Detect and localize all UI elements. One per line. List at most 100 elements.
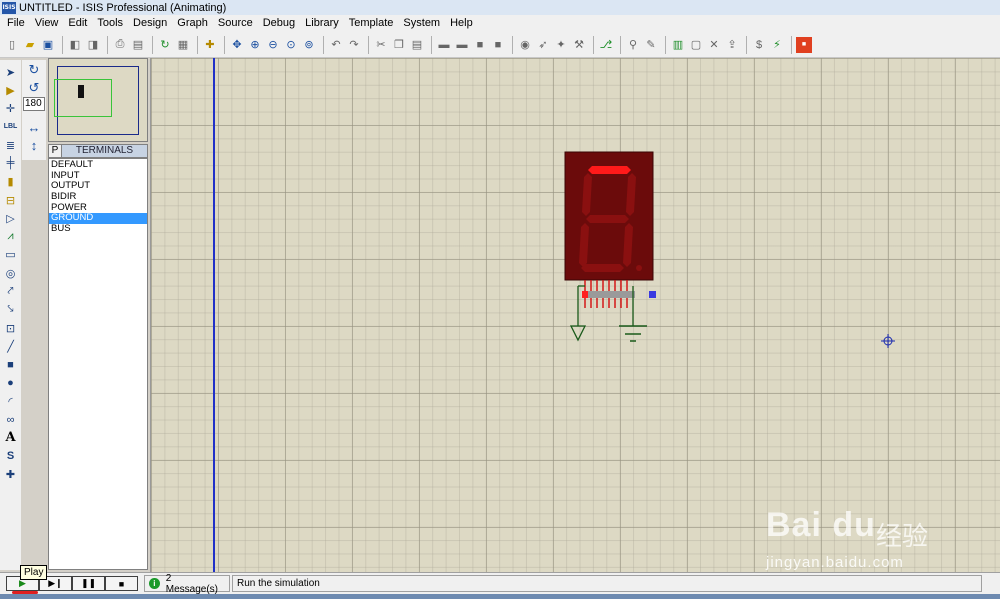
pick-devices-button[interactable]: P xyxy=(48,144,62,158)
graph-mode-icon[interactable]: ⩘ xyxy=(3,229,19,245)
component-mode-icon[interactable]: ▶ xyxy=(3,82,19,98)
zoom-in-icon[interactable]: ⊕ xyxy=(247,37,263,53)
search-tag-icon[interactable]: ⚲ xyxy=(625,37,641,53)
design-explorer-icon[interactable]: ▥ xyxy=(670,37,686,53)
box-icon[interactable]: ■ xyxy=(3,357,19,373)
erc-icon[interactable]: ⚡ xyxy=(769,37,785,53)
menu-template[interactable]: Template xyxy=(344,15,399,32)
block-move-icon[interactable]: ▬ xyxy=(454,37,470,53)
seven-segment-display[interactable] xyxy=(564,151,656,308)
junction-dot-icon[interactable]: ✛ xyxy=(3,101,19,117)
exit-parent-icon[interactable]: ⇪ xyxy=(724,37,740,53)
rotate-anticlockwise-icon[interactable]: ↺ xyxy=(26,80,42,96)
menu-graph[interactable]: Graph xyxy=(172,15,213,32)
wire-label-icon[interactable]: LBL xyxy=(3,119,19,135)
main-toolbar: ▯ ▰ ▣ ◧ ◨ ⎙ ▤ ↻ ▦ ✚ ✥ ⊕ ⊖ ⊙ ⊚ ↶ ↷ ✂ ❐ ▤ … xyxy=(0,32,1000,58)
generator-icon[interactable]: ◎ xyxy=(3,265,19,281)
ares-icon[interactable]: ■ xyxy=(796,36,812,53)
menu-edit[interactable]: Edit xyxy=(63,15,92,32)
rotation-angle-field[interactable]: 180 xyxy=(23,97,45,111)
voltage-probe-icon[interactable]: ⤤ xyxy=(3,284,19,300)
export-icon[interactable]: ◨ xyxy=(85,37,101,53)
pin-state-blue xyxy=(649,291,656,298)
open-file-icon[interactable]: ▰ xyxy=(22,37,38,53)
message-panel[interactable]: i 2 Message(s) xyxy=(144,573,230,595)
bom-icon[interactable]: $ xyxy=(751,37,767,53)
property-tool-icon[interactable]: ✎ xyxy=(643,37,659,53)
arc-icon[interactable]: ◜ xyxy=(3,393,19,409)
undo-icon[interactable]: ↶ xyxy=(328,37,344,53)
new-file-icon[interactable]: ▯ xyxy=(4,37,20,53)
menu-view[interactable]: View xyxy=(30,15,64,32)
bus-icon[interactable]: ╪ xyxy=(3,155,19,171)
segment-a xyxy=(588,166,631,174)
pick-device-icon[interactable]: ◉ xyxy=(517,37,533,53)
terminals-mode-icon[interactable]: ⊟ xyxy=(3,192,19,208)
zoom-out-icon[interactable]: ⊖ xyxy=(265,37,281,53)
line-icon[interactable]: ╱ xyxy=(3,338,19,354)
new-sheet-icon[interactable]: ▢ xyxy=(688,37,704,53)
overview-window[interactable] xyxy=(48,58,148,142)
text-script-icon[interactable]: ≣ xyxy=(3,137,19,153)
block-rotate-icon[interactable]: ■ xyxy=(472,37,488,53)
tape-recorder-icon[interactable]: ▭ xyxy=(3,247,19,263)
decompose-icon[interactable]: ⚒ xyxy=(571,37,587,53)
marker-icon[interactable]: ✚ xyxy=(3,467,19,483)
menu-system[interactable]: System xyxy=(398,15,445,32)
wire-autorouter-icon[interactable]: ⎇ xyxy=(598,37,614,53)
menu-debug[interactable]: Debug xyxy=(258,15,300,32)
menu-source[interactable]: Source xyxy=(213,15,258,32)
rotate-clockwise-icon[interactable]: ↻ xyxy=(26,62,42,78)
toolbar-separator xyxy=(620,35,621,54)
grid-icon[interactable]: ▦ xyxy=(175,37,191,53)
toolbar-separator xyxy=(746,35,747,54)
info-icon: i xyxy=(149,578,160,589)
origin-icon[interactable]: ✚ xyxy=(202,37,218,53)
packaging-tool-icon[interactable]: ✦ xyxy=(553,37,569,53)
current-probe-icon[interactable]: ⤥ xyxy=(3,302,19,318)
cut-icon[interactable]: ✂ xyxy=(373,37,389,53)
ground-terminal-right[interactable] xyxy=(619,325,647,342)
menu-library[interactable]: Library xyxy=(300,15,344,32)
watermark-text: 经验 xyxy=(876,521,929,551)
toolbar-separator xyxy=(431,35,432,54)
remove-sheet-icon[interactable]: ✕ xyxy=(706,37,722,53)
refresh-icon[interactable]: ↻ xyxy=(157,37,173,53)
mirror-vertical-icon[interactable]: ↕ xyxy=(26,137,42,153)
circle-icon[interactable]: ● xyxy=(3,375,19,391)
block-delete-icon[interactable]: ■ xyxy=(490,37,506,53)
pan-icon[interactable]: ✥ xyxy=(229,37,245,53)
list-item[interactable]: BUS xyxy=(49,223,147,235)
menu-help[interactable]: Help xyxy=(445,15,478,32)
zoom-all-icon[interactable]: ⊙ xyxy=(283,37,299,53)
text-icon[interactable]: A xyxy=(3,430,19,446)
ground-terminal-left[interactable] xyxy=(569,325,587,342)
toolbar-separator xyxy=(368,35,369,54)
import-icon[interactable]: ◧ xyxy=(67,37,83,53)
virtual-instruments-icon[interactable]: ⊡ xyxy=(3,320,19,336)
copy-icon[interactable]: ❐ xyxy=(391,37,407,53)
subcircuit-icon[interactable]: ▮ xyxy=(3,174,19,190)
segment-g xyxy=(586,215,629,223)
menu-design[interactable]: Design xyxy=(128,15,172,32)
block-copy-icon[interactable]: ▬ xyxy=(436,37,452,53)
save-icon[interactable]: ▣ xyxy=(40,37,56,53)
pin-state-red xyxy=(582,291,588,298)
menu-tools[interactable]: Tools xyxy=(92,15,128,32)
toolbar-separator xyxy=(791,35,792,54)
print-icon[interactable]: ⎙ xyxy=(112,37,128,53)
mirror-horizontal-icon[interactable]: ↔ xyxy=(26,119,42,135)
pause-button[interactable]: ❚❚ xyxy=(72,576,105,591)
make-device-icon[interactable]: ➶ xyxy=(535,37,551,53)
device-pins-icon[interactable]: ▷ xyxy=(3,210,19,226)
menu-file[interactable]: File xyxy=(2,15,30,32)
path-icon[interactable]: ∞ xyxy=(3,412,19,428)
redo-icon[interactable]: ↷ xyxy=(346,37,362,53)
print-area-icon[interactable]: ▤ xyxy=(130,37,146,53)
zoom-area-icon[interactable]: ⊚ xyxy=(301,37,317,53)
paste-icon[interactable]: ▤ xyxy=(409,37,425,53)
app-logo-icon: ISIS xyxy=(2,1,16,14)
symbol-icon[interactable]: S xyxy=(3,448,19,464)
selection-mode-icon[interactable]: ➤ xyxy=(3,64,19,80)
stop-button[interactable]: ■ xyxy=(105,576,138,591)
